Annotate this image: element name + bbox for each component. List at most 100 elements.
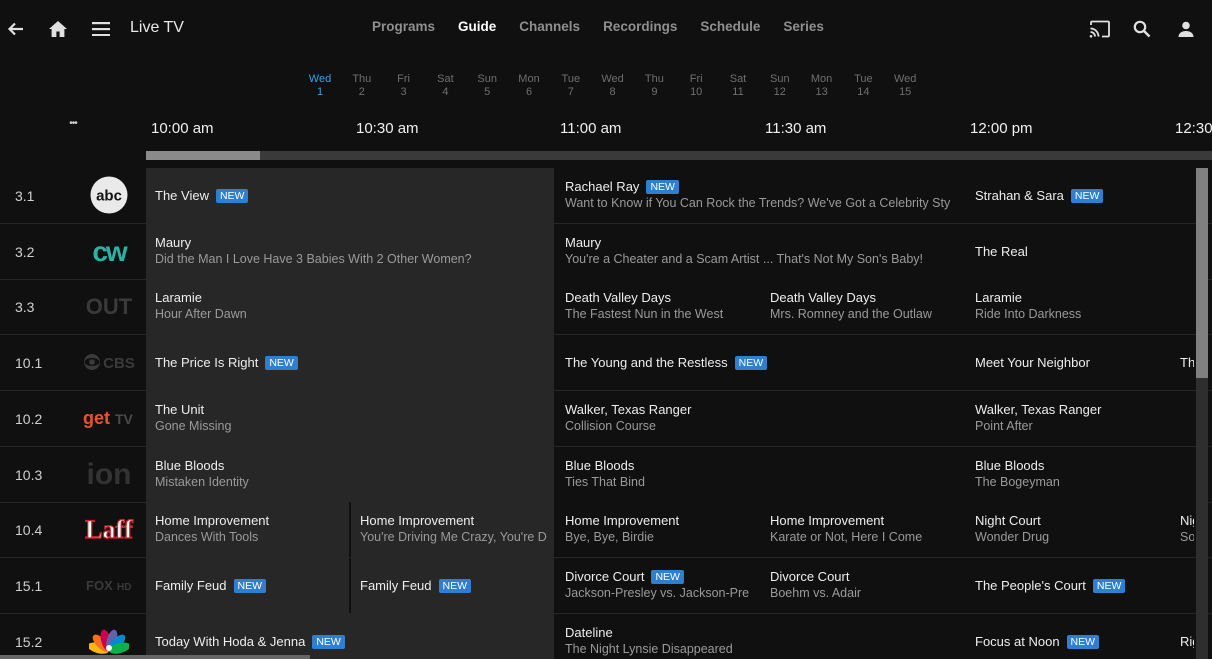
date-item[interactable]: Sat 4: [425, 73, 465, 99]
program-cell[interactable]: Home Improvement Dances With Tools: [146, 502, 351, 558]
program-cell[interactable]: Laramie Ride Into Darkness: [966, 279, 1196, 335]
program-cell[interactable]: Home Improvement You're Driving Me Crazy,…: [351, 502, 556, 558]
svg-text:OUT: OUT: [86, 294, 133, 319]
cast-icon[interactable]: [1085, 14, 1115, 44]
episode-title: Mistaken Identity: [155, 474, 249, 489]
gettv-logo-icon[interactable]: get TV: [80, 397, 138, 439]
ion-logo-icon[interactable]: ion: [80, 453, 138, 495]
vertical-scrollbar[interactable]: [1196, 168, 1208, 659]
program-cell[interactable]: The Real: [966, 223, 1196, 279]
episode-title: Gone Missing: [155, 418, 232, 433]
channel-number: 10.4: [15, 522, 43, 539]
program-title: Strahan & Sara NEW: [975, 188, 1185, 203]
program-cell[interactable]: Dateline The Night Lynsie Disappeared: [556, 613, 966, 659]
program-title-text: The Young and the Restless: [565, 355, 728, 371]
out-tv-logo-icon[interactable]: OUT: [80, 285, 138, 327]
menu-icon[interactable]: [86, 14, 116, 44]
program-title-text: Laramie: [975, 290, 1022, 306]
program-cell[interactable]: Walker, Texas Ranger Point After: [966, 390, 1196, 446]
tab-programs[interactable]: Programs: [372, 19, 435, 34]
program-cell[interactable]: Blue Bloods Mistaken Identity: [146, 446, 556, 502]
program-cell[interactable]: Divorce Court Boehm vs. Adair: [761, 557, 966, 613]
date-item[interactable]: Fri 10: [676, 73, 716, 99]
date-item[interactable]: Fri 3: [384, 73, 424, 99]
program-cell[interactable]: Laramie Hour After Dawn: [146, 279, 556, 335]
program-title: The People's Court NEW: [975, 578, 1185, 593]
date-item[interactable]: Sat 11: [718, 73, 758, 99]
date-item[interactable]: Wed 8: [593, 73, 633, 99]
program-cell[interactable]: Night Court Wonder Drug: [966, 502, 1171, 558]
program-cell[interactable]: Blue Bloods Ties That Bind: [556, 446, 966, 502]
program-cell[interactable]: The View NEW: [146, 168, 556, 223]
channel-row: 15.2 Today With Hoda & Jenna NEW Dateline Th…: [0, 613, 1212, 659]
date-weekday: Tue: [854, 73, 873, 85]
laff-logo-icon[interactable]: Laff: [80, 508, 138, 550]
date-weekday: Sun: [770, 73, 790, 85]
program-cell[interactable]: The Price Is Right NEW: [146, 335, 556, 391]
program-cell[interactable]: Divorce Court NEW Jackson-Presley vs. Jack…: [556, 557, 761, 613]
horizontal-scrollbar[interactable]: [146, 151, 1212, 160]
channel-row: 10.2 get TV The Unit Gone Missing Walker, Tex…: [0, 390, 1212, 447]
program-cell[interactable]: Th: [1171, 335, 1196, 391]
vertical-scroll-thumb[interactable]: [1196, 168, 1208, 378]
tab-guide[interactable]: Guide: [458, 19, 496, 34]
back-arrow-icon[interactable]: [1, 14, 31, 44]
channel-row: 10.3 ion Blue Bloods Mistaken Identity Blue …: [0, 446, 1212, 503]
program-cell[interactable]: Maury You're a Cheater and a Scam Artist …: [556, 223, 966, 279]
program-cell[interactable]: Rachael Ray NEW Want to Know if You Can Ro…: [556, 168, 966, 223]
cbs-logo-icon[interactable]: CBS: [80, 341, 138, 383]
tab-series[interactable]: Series: [783, 19, 824, 34]
program-cell[interactable]: Home Improvement Karate or Not, Here I Co…: [761, 502, 966, 558]
date-item[interactable]: Thu 2: [342, 73, 382, 99]
date-item[interactable]: Wed 1: [300, 73, 340, 99]
date-item[interactable]: Tue 7: [551, 73, 591, 99]
cw-logo-icon[interactable]: cw: [80, 230, 138, 272]
program-cell[interactable]: Death Valley Days The Fastest Nun in the …: [556, 279, 761, 335]
program-cell[interactable]: Today With Hoda & Jenna NEW: [146, 613, 556, 659]
date-number: 12: [773, 86, 786, 98]
program-cell[interactable]: Family Feud NEW: [351, 557, 556, 613]
date-item[interactable]: Tue 14: [843, 73, 883, 99]
date-item[interactable]: Sun 5: [467, 73, 507, 99]
home-icon[interactable]: [43, 14, 73, 44]
program-cell[interactable]: Meet Your Neighbor: [966, 335, 1171, 391]
program-cell[interactable]: Strahan & Sara NEW: [966, 168, 1196, 223]
program-cell[interactable]: Family Feud NEW: [146, 557, 351, 613]
user-icon[interactable]: [1171, 14, 1201, 44]
program-cell[interactable]: The Young and the Restless NEW: [556, 335, 966, 391]
program-title: Home Improvement: [565, 513, 750, 528]
program-title-text: Nig: [1180, 513, 1194, 529]
program-cell[interactable]: Rig: [1171, 613, 1196, 659]
tab-channels[interactable]: Channels: [519, 19, 580, 34]
program-cell[interactable]: Nig So: [1171, 502, 1196, 558]
date-item[interactable]: Sun 12: [760, 73, 800, 99]
time-slot-label: 12:30 pm: [1175, 120, 1212, 137]
program-cell[interactable]: Focus at Noon NEW: [966, 613, 1171, 659]
program-cell[interactable]: Maury Did the Man I Love Have 3 Babies Wi…: [146, 223, 556, 279]
svg-text:abc: abc: [96, 188, 122, 205]
date-item[interactable]: Mon 6: [509, 73, 549, 99]
nbc-logo-icon[interactable]: [80, 620, 138, 659]
program-cell[interactable]: The Unit Gone Missing: [146, 390, 556, 446]
program-cell[interactable]: The People's Court NEW: [966, 557, 1196, 613]
channel-number: 3.3: [15, 299, 35, 316]
more-options-button[interactable]: •••: [58, 113, 88, 133]
date-number: 15: [899, 86, 912, 98]
tab-schedule[interactable]: Schedule: [700, 19, 760, 34]
fox-logo-icon[interactable]: FOX HD: [80, 564, 138, 606]
horizontal-scroll-thumb[interactable]: [146, 151, 260, 160]
program-cell[interactable]: Walker, Texas Ranger Collision Course: [556, 390, 966, 446]
program-title-text: Maury: [155, 234, 192, 250]
abc-logo-icon[interactable]: abc: [80, 174, 138, 216]
date-item[interactable]: Mon 13: [802, 73, 842, 99]
date-item[interactable]: Thu 9: [634, 73, 674, 99]
program-title: Laramie: [155, 290, 545, 305]
program-cell[interactable]: Home Improvement Bye, Bye, Birdie: [556, 502, 761, 558]
program-cell[interactable]: Death Valley Days Mrs. Romney and the Out…: [761, 279, 966, 335]
program-cell[interactable]: Blue Bloods The Bogeyman: [966, 446, 1196, 502]
search-icon[interactable]: [1127, 14, 1157, 44]
channel-number: 10.1: [15, 355, 43, 372]
date-number: 14: [857, 86, 870, 98]
date-item[interactable]: Wed 15: [885, 73, 925, 99]
tab-recordings[interactable]: Recordings: [603, 19, 677, 34]
